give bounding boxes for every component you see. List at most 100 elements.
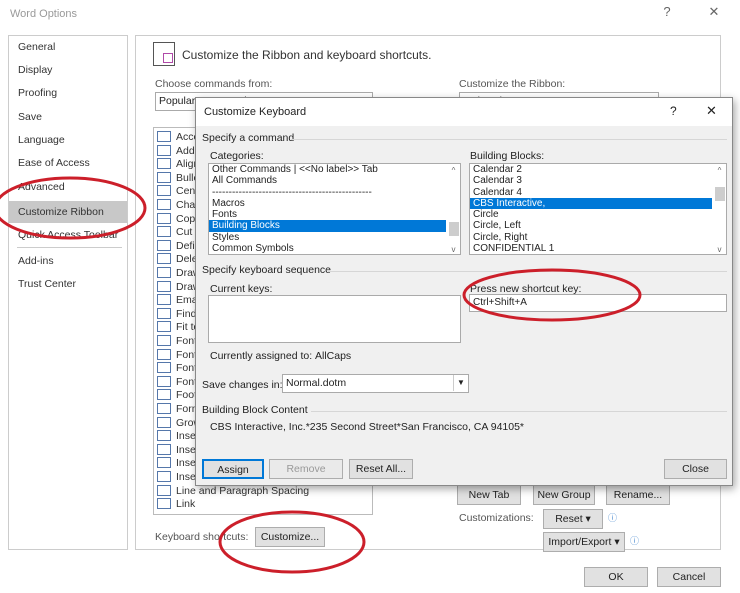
help-button[interactable]: ? (657, 4, 677, 19)
category-item[interactable]: Other Commands | <<No label>> Tab (209, 164, 446, 175)
command-icon (157, 321, 171, 333)
command-icon (157, 307, 171, 319)
command-item[interactable]: Align (157, 158, 199, 171)
command-item[interactable]: Copy (157, 212, 201, 226)
command-icon (157, 430, 171, 442)
command-item[interactable]: Draw (157, 280, 201, 294)
customize-keyboard-dialog: Customize Keyboard ? ✕ Specify a command… (195, 97, 733, 486)
command-item[interactable]: Foot (157, 389, 197, 402)
dialog-help-button[interactable]: ? (670, 104, 677, 118)
choose-commands-label: Choose commands from: (155, 78, 273, 90)
command-label: Foot (176, 389, 198, 402)
category-item[interactable]: Styles (209, 232, 446, 243)
dialog-close-button[interactable]: ✕ (706, 103, 717, 119)
command-item[interactable]: Form (157, 403, 201, 416)
customize-ribbon-label: Customize the Ribbon: (459, 78, 566, 90)
command-item[interactable]: Draw (157, 267, 201, 280)
building-block-item[interactable]: Circle, Left (470, 220, 712, 231)
command-item[interactable]: Font (157, 375, 197, 389)
command-item[interactable]: Font (157, 348, 198, 362)
command-item[interactable]: Bulle (157, 171, 199, 185)
reset-dropdown[interactable]: Reset ▾ (543, 509, 603, 529)
reset-all-button[interactable]: Reset All... (349, 459, 413, 479)
save-changes-select[interactable]: Normal.dotm ▼ (282, 374, 469, 393)
new-tab-button[interactable]: New Tab (457, 485, 521, 505)
command-icon (157, 280, 171, 292)
building-blocks-label: Building Blocks: (470, 150, 545, 162)
command-item[interactable]: Link (157, 498, 195, 511)
nav-language[interactable]: Language (18, 129, 128, 151)
nav-quick-access-toolbar[interactable]: Quick Access Toolbar (18, 224, 128, 246)
categories-list[interactable]: Other Commands | <<No label>> Tab All Com… (208, 163, 461, 255)
customize-button[interactable]: Customize... (255, 527, 325, 547)
rename-button[interactable]: Rename... (606, 485, 670, 505)
command-item[interactable]: Add (157, 144, 195, 158)
building-block-item[interactable]: Calendar 4 (470, 187, 712, 198)
category-item[interactable]: Common Symbols (209, 243, 446, 254)
command-icon (157, 144, 171, 156)
categories-scrollbar[interactable]: ^ v (447, 164, 460, 254)
command-item[interactable]: Cut (157, 226, 192, 239)
new-shortcut-input[interactable]: Ctrl+Shift+A (469, 294, 727, 312)
building-blocks-list[interactable]: Calendar 2 Calendar 3 Calendar 4 CBS Intera… (469, 163, 727, 255)
ok-button[interactable]: OK (584, 567, 648, 587)
building-block-item[interactable]: Calendar 2 (470, 164, 712, 175)
command-item[interactable]: Inser (157, 471, 199, 484)
command-icon (157, 362, 171, 374)
category-item[interactable]: Macros (209, 198, 446, 209)
command-icon (157, 212, 171, 224)
assign-button[interactable]: Assign (202, 459, 264, 479)
nav-proofing[interactable]: Proofing (18, 82, 128, 104)
command-item[interactable]: Inser (157, 443, 199, 457)
category-item[interactable]: All Commands (209, 175, 446, 186)
command-item[interactable]: Inser (157, 457, 199, 470)
nav-display[interactable]: Display (18, 59, 128, 81)
nav-save[interactable]: Save (18, 106, 128, 128)
command-item[interactable]: Defi (157, 239, 195, 253)
nav-general[interactable]: General (18, 36, 128, 58)
command-item[interactable]: Cent (157, 185, 198, 198)
command-label: Defi (176, 239, 195, 252)
command-icon (157, 253, 171, 265)
command-item[interactable]: Line and Paragraph Spacing (157, 484, 309, 498)
nav-advanced[interactable]: Advanced (18, 176, 128, 198)
window-title: Word Options (10, 8, 78, 20)
command-icon (157, 267, 171, 278)
command-icon (157, 335, 171, 346)
command-item[interactable]: Font (157, 335, 197, 348)
building-block-item[interactable]: Circle (470, 209, 712, 220)
command-item[interactable]: Inser (157, 430, 199, 443)
command-item[interactable]: Find (157, 307, 196, 321)
command-item[interactable]: Ema (157, 294, 198, 307)
category-item[interactable]: ----------------------------------------… (209, 187, 446, 198)
command-icon (157, 131, 171, 142)
command-item[interactable]: Acce (157, 131, 199, 144)
command-label: Font (176, 348, 198, 361)
import-export-dropdown[interactable]: Import/Export ▾ (543, 532, 625, 552)
command-item[interactable]: Font (157, 362, 197, 375)
info-icon: ⓘ (630, 536, 640, 546)
category-item[interactable]: Building Blocks (209, 220, 446, 232)
nav-add-ins[interactable]: Add-ins (18, 250, 128, 272)
building-block-item[interactable]: CONFIDENTIAL 1 (470, 243, 712, 254)
command-icon (157, 389, 171, 401)
building-block-item[interactable]: Circle, Right (470, 232, 712, 243)
current-keys-list[interactable] (208, 295, 461, 343)
building-blocks-scrollbar[interactable]: ^ v (713, 164, 726, 254)
nav-ease-of-access[interactable]: Ease of Access (18, 152, 128, 174)
command-item[interactable]: Fit to (157, 321, 199, 334)
window-close-button[interactable]: ✕ (704, 4, 724, 20)
building-block-item[interactable]: CBS Interactive, (470, 197, 712, 210)
cancel-button[interactable]: Cancel (657, 567, 721, 587)
command-item[interactable]: Dele (157, 253, 198, 266)
command-icon (157, 457, 171, 469)
nav-customize-ribbon[interactable]: Customize Ribbon (9, 201, 127, 223)
building-block-item[interactable]: Calendar 3 (470, 175, 712, 186)
new-group-button[interactable]: New Group (533, 485, 595, 505)
category-item[interactable]: Fonts (209, 209, 446, 220)
building-block-content-heading: Building Block Content (202, 404, 308, 416)
command-icon (157, 226, 171, 238)
remove-button[interactable]: Remove (269, 459, 343, 479)
nav-trust-center[interactable]: Trust Center (18, 273, 128, 295)
close-button[interactable]: Close (664, 459, 727, 479)
